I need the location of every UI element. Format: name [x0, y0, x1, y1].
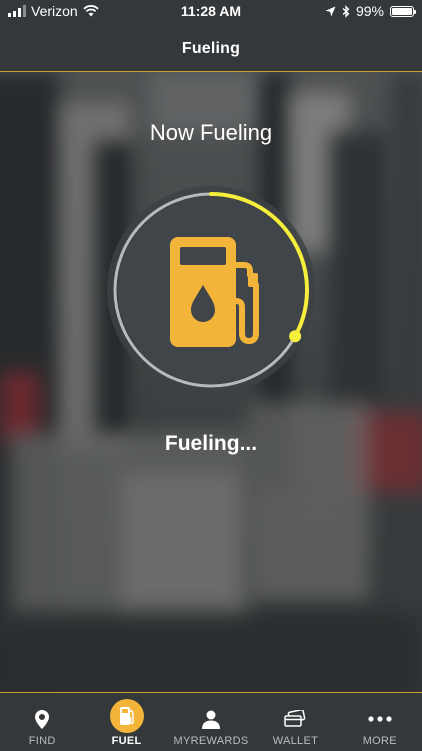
tab-fuel-label: FUEL	[111, 735, 142, 747]
fueling-status-text: Fueling...	[164, 432, 258, 455]
bluetooth-icon	[342, 4, 350, 18]
fueling-progress-gauge	[107, 186, 315, 394]
battery-percent: 99%	[355, 3, 384, 19]
more-dots-icon	[365, 704, 395, 734]
location-arrow-icon	[325, 6, 336, 16]
bottom-tab-bar: FIND FUEL MYREWARDS WALLET MORE	[0, 692, 422, 751]
top-bar: Verizon 11:28 AM 99% Fueling	[0, 0, 422, 72]
tab-find[interactable]: FIND	[0, 693, 84, 751]
wallet-cards-icon	[280, 704, 310, 734]
tab-more-label: MORE	[362, 735, 397, 747]
tab-wallet[interactable]: WALLET	[253, 693, 337, 751]
gauge-progress-knob	[289, 330, 302, 343]
page-title: Fueling	[181, 40, 241, 57]
status-right: 99%	[325, 3, 416, 19]
tab-fuel[interactable]: FUEL	[84, 693, 168, 751]
location-pin-icon	[27, 704, 57, 734]
status-bar: Verizon 11:28 AM 99%	[0, 0, 422, 24]
tab-myrewards-label: MYREWARDS	[173, 735, 249, 747]
battery-icon	[390, 5, 416, 17]
fuel-pump-icon	[109, 699, 144, 733]
tab-more[interactable]: MORE	[338, 693, 422, 751]
now-fueling-heading: Now Fueling	[149, 120, 273, 145]
main-content: Now Fueling Fueling...	[0, 72, 422, 692]
tab-wallet-label: WALLET	[272, 735, 319, 747]
tab-find-label: FIND	[28, 735, 56, 747]
user-icon	[196, 704, 226, 734]
tab-myrewards[interactable]: MYREWARDS	[169, 693, 253, 751]
